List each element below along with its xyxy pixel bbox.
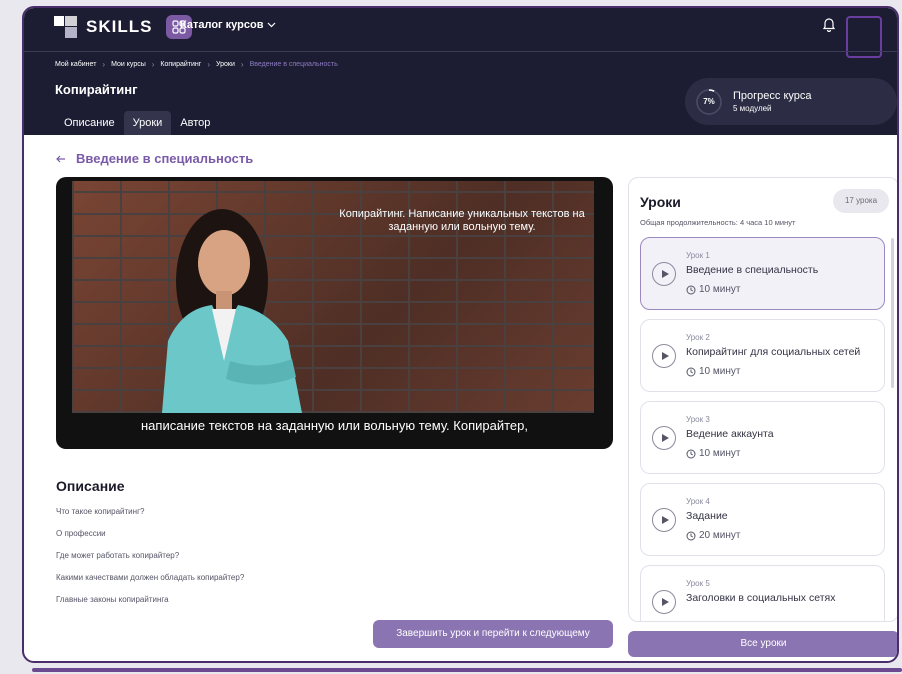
lessons-scrollbar[interactable] [891, 238, 894, 388]
breadcrumb-item-course[interactable]: Копирайтинг [160, 61, 201, 68]
header-divider [24, 51, 897, 52]
lesson-number: Урок 5 [686, 579, 710, 588]
tab-description[interactable]: Описание [55, 111, 124, 135]
lesson-header: Введение в специальность [56, 151, 253, 166]
lesson-name: Ведение аккаунта [686, 428, 774, 440]
bottom-accent-bar [32, 668, 902, 672]
lesson-time-label: 10 минут [699, 284, 741, 295]
play-icon[interactable] [652, 344, 676, 368]
top-header: SKILLS Каталог курсов Мой кабинет › Мои … [24, 8, 897, 135]
breadcrumb-separator: › [151, 60, 155, 69]
finish-lesson-button[interactable]: Завершить урок и перейти к следующему [373, 620, 613, 648]
lesson-title: Введение в специальность [76, 151, 254, 166]
description-title: Описание [56, 478, 125, 494]
lesson-name: Копирайтинг для социальных сетей [686, 346, 861, 358]
bell-icon [822, 18, 836, 33]
breadcrumb-item-current: Введение в специальность [249, 61, 338, 68]
lesson-number: Урок 1 [686, 251, 710, 260]
progress-ring: 7% [695, 88, 723, 116]
breadcrumb-separator: › [207, 60, 210, 69]
tab-author[interactable]: Автор [171, 111, 219, 135]
lesson-duration: 10 минут [686, 284, 740, 295]
all-lessons-button[interactable]: Все уроки [628, 631, 897, 657]
video-subtitles: написание текстов на заданную или вольну… [141, 418, 528, 433]
lesson-name: Задание [686, 510, 728, 522]
lesson-number: Урок 3 [686, 415, 710, 424]
progress-percent: 7% [703, 96, 715, 106]
lesson-card[interactable]: Урок 2 Копирайтинг для социальных сетей … [640, 319, 885, 392]
notifications-button[interactable] [822, 16, 836, 37]
play-icon[interactable] [652, 508, 676, 532]
lessons-count-badge: 17 урока [833, 189, 889, 213]
lesson-time-label: 10 минут [699, 366, 741, 377]
lessons-duration: Общая продолжительность: 4 часа 10 минут [640, 218, 796, 227]
clock-icon [686, 367, 696, 376]
course-tabs: Описание Уроки Автор [55, 111, 219, 135]
catalog-dropdown[interactable]: Каталог курсов [180, 19, 276, 31]
arrow-left-icon[interactable] [56, 155, 66, 163]
breadcrumb-item-my-courses[interactable]: Мои курсы [111, 61, 146, 68]
lesson-duration: 10 минут [686, 448, 740, 459]
breadcrumb-separator: › [240, 60, 244, 69]
lesson-time-label: 10 минут [699, 448, 741, 459]
description-list: Что такое копирайтинг? О профессии Где м… [56, 506, 244, 616]
video-frame: Копирайтинг. Написание уникальных тексто… [72, 181, 594, 413]
video-player[interactable]: Копирайтинг. Написание уникальных тексто… [56, 177, 613, 449]
breadcrumb-item-lessons[interactable]: Уроки [216, 61, 235, 68]
tab-lessons[interactable]: Уроки [123, 111, 172, 135]
description-item: Что такое копирайтинг? [56, 507, 145, 516]
video-caption-top: Копирайтинг. Написание уникальных тексто… [339, 208, 585, 233]
lessons-title: Уроки [640, 194, 681, 210]
lesson-duration: 10 минут [686, 366, 740, 377]
breadcrumb-item-cabinet[interactable]: Мой кабинет [55, 61, 96, 68]
description-item: Где может работать копирайтер? [56, 551, 180, 560]
play-icon[interactable] [652, 590, 676, 614]
breadcrumb-separator: › [102, 60, 106, 69]
play-icon[interactable] [652, 426, 676, 450]
lessons-panel: Уроки 17 урока Общая продолжительность: … [628, 177, 897, 622]
lesson-time-label: 20 минут [699, 530, 741, 541]
clock-icon [686, 285, 696, 294]
lesson-card[interactable]: Урок 5 Заголовки в социальных сетях [640, 565, 885, 621]
chevron-down-icon [268, 22, 276, 28]
progress-subtitle: 5 модулей [733, 104, 772, 113]
presenter-image [162, 209, 302, 413]
progress-title: Прогресс курса [733, 90, 812, 102]
description-item: Главные законы копирайтинга [56, 595, 169, 604]
clock-icon [686, 449, 696, 458]
app-window: SKILLS Каталог курсов Мой кабинет › Мои … [22, 6, 899, 663]
lesson-name: Введение в специальность [686, 264, 819, 276]
lesson-duration: 20 минут [686, 530, 740, 541]
lesson-number: Урок 4 [686, 497, 710, 506]
description-item: О профессии [56, 529, 106, 538]
skills-logo-icon [54, 16, 78, 38]
breadcrumb: Мой кабинет › Мои курсы › Копирайтинг › … [55, 60, 338, 69]
lesson-name: Заголовки в социальных сетях [686, 592, 836, 604]
lesson-card[interactable]: Урок 4 Задание 20 минут [640, 483, 885, 556]
lesson-card[interactable]: Урок 3 Ведение аккаунта 10 минут [640, 401, 885, 474]
lesson-card[interactable]: Урок 1 Введение в специальность 10 минут [640, 237, 885, 310]
catalog-label: Каталог курсов [180, 19, 264, 31]
logo-text: SKILLS [86, 17, 153, 36]
logo[interactable]: SKILLS [54, 15, 193, 39]
lesson-number: Урок 2 [686, 333, 710, 342]
course-progress: 7% Прогресс курса 5 модулей [685, 78, 897, 125]
description-item: Какими качествами должен обладать копира… [56, 573, 245, 582]
play-icon[interactable] [652, 262, 676, 286]
page-title: Копирайтинг [55, 82, 138, 97]
clock-icon [686, 531, 696, 540]
